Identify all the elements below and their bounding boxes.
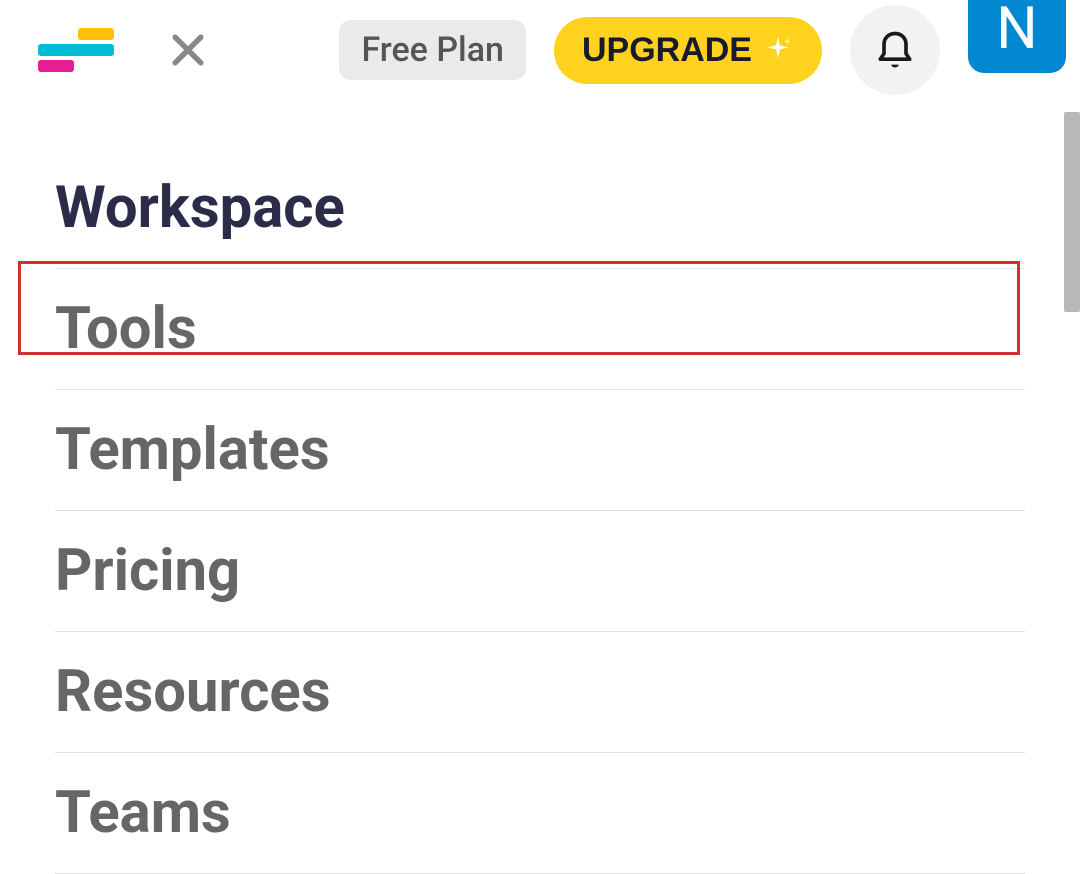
user-avatar[interactable]: N: [968, 0, 1066, 73]
logo-bar: [78, 28, 114, 40]
menu-item-tools[interactable]: Tools: [55, 269, 1025, 390]
app-logo[interactable]: [38, 28, 114, 72]
menu-item-teams[interactable]: Teams: [55, 753, 1025, 874]
header-right: Free Plan UPGRADE N: [339, 5, 1066, 95]
notifications-button[interactable]: [850, 5, 940, 95]
app-header: Free Plan UPGRADE N: [0, 0, 1080, 108]
menu-item-resources[interactable]: Resources: [55, 632, 1025, 753]
close-button[interactable]: [166, 28, 210, 72]
upgrade-button[interactable]: UPGRADE: [554, 17, 822, 84]
sparkles-icon: [762, 34, 794, 66]
upgrade-label: UPGRADE: [582, 31, 752, 70]
bell-icon: [873, 28, 917, 72]
logo-bar: [38, 60, 74, 72]
menu-item-workspace[interactable]: Workspace: [55, 148, 1025, 269]
menu-item-pricing[interactable]: Pricing: [55, 511, 1025, 632]
scrollbar[interactable]: [1064, 112, 1080, 312]
close-icon: [166, 28, 210, 72]
main-menu: Workspace Tools Templates Pricing Resour…: [0, 108, 1080, 874]
header-left: [38, 28, 210, 72]
plan-badge: Free Plan: [339, 20, 526, 80]
menu-item-templates[interactable]: Templates: [55, 390, 1025, 511]
logo-bar: [38, 44, 114, 56]
